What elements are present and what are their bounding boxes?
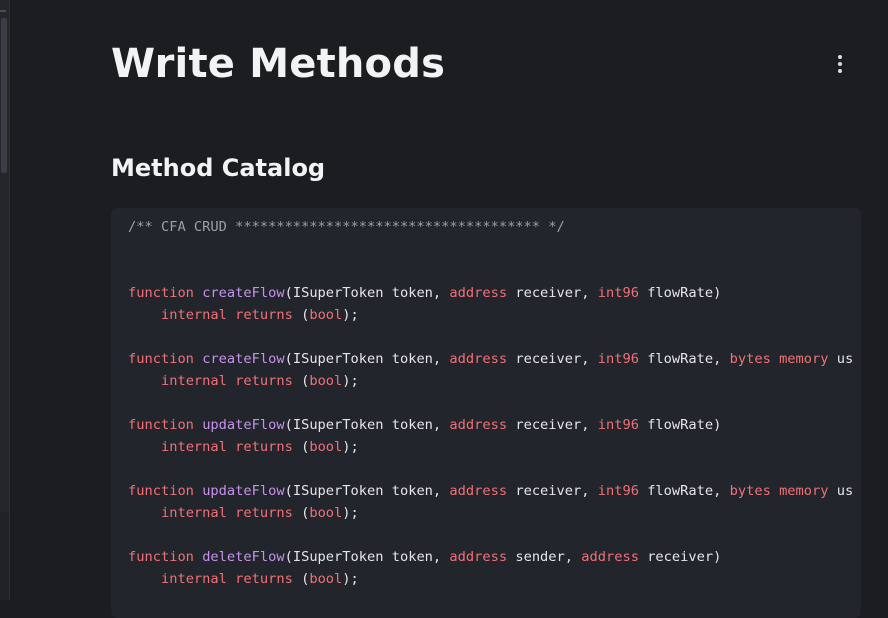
code-line-returns: internal returns (bool); — [160, 373, 359, 389]
kebab-vertical-icon[interactable] — [828, 52, 852, 76]
code-line-signature: function createFlow(ISuperToken token, a… — [128, 351, 854, 367]
code-line-returns: internal returns (bool); — [160, 571, 359, 587]
code-line-returns: internal returns (bool); — [160, 307, 359, 323]
page-title: Write Methods — [111, 41, 446, 87]
code-block: /** CFA CRUD ***************************… — [111, 208, 861, 618]
code-line-signature: function updateFlow(ISuperToken token, a… — [128, 483, 854, 499]
code-line-signature: function deleteFlow(ISuperToken token, a… — [128, 549, 722, 565]
code-comment: /** CFA CRUD ***************************… — [128, 219, 565, 235]
code-line-signature: function updateFlow(ISuperToken token, a… — [128, 417, 722, 433]
code-line-returns: internal returns (bool); — [160, 439, 359, 455]
code-line-signature: function createFlow(ISuperToken token, a… — [128, 285, 722, 301]
left-scroll-rail[interactable] — [0, 0, 10, 600]
section-title: Method Catalog — [111, 154, 326, 182]
rail-footer — [0, 512, 9, 600]
code-line-returns: internal returns (bool); — [160, 505, 359, 521]
rail-marker — [0, 10, 6, 12]
scrollbar-thumb[interactable] — [1, 18, 7, 173]
